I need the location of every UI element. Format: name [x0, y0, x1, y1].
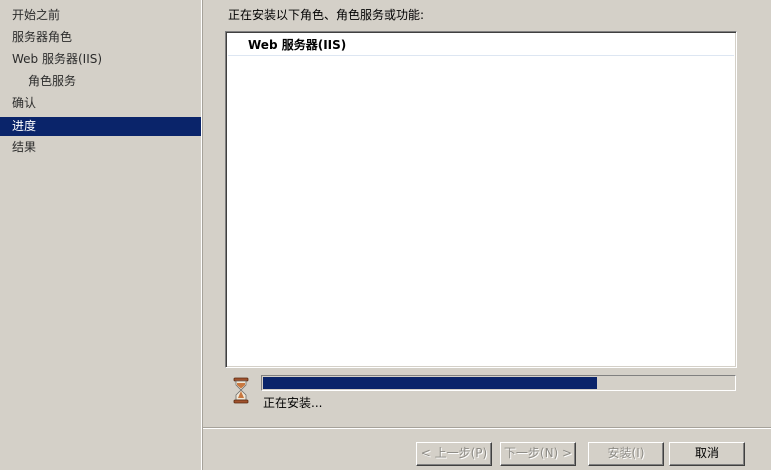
progress-bar: [261, 375, 736, 391]
nav-step-role-services[interactable]: 角色服务: [0, 72, 201, 91]
nav-step-server-roles[interactable]: 服务器角色: [0, 28, 201, 47]
wizard-step-nav: 开始之前 服务器角色 Web 服务器(IIS) 角色服务 确认 进度 结果: [0, 0, 201, 470]
page-heading: 正在安装以下角色、角色服务或功能:: [228, 8, 425, 22]
nav-step-web-server-iis[interactable]: Web 服务器(IIS): [0, 50, 201, 69]
install-button[interactable]: 安装(I): [588, 442, 664, 466]
install-list-box[interactable]: Web 服务器(IIS): [225, 31, 737, 368]
cancel-button[interactable]: 取消: [669, 442, 745, 466]
nav-step-progress[interactable]: 进度: [0, 117, 201, 136]
nav-step-before-you-begin[interactable]: 开始之前: [0, 6, 201, 25]
nav-step-confirmation[interactable]: 确认: [0, 94, 201, 113]
back-button[interactable]: < 上一步(P): [416, 442, 492, 466]
nav-step-results[interactable]: 结果: [0, 138, 201, 157]
progress-bar-fill: [263, 377, 597, 389]
bottom-separator: [203, 427, 771, 429]
list-item: Web 服务器(IIS): [228, 34, 734, 56]
status-text: 正在安装...: [263, 396, 323, 410]
nav-divider: [201, 0, 203, 470]
hourglass-icon: [233, 377, 249, 404]
next-button[interactable]: 下一步(N) >: [500, 442, 576, 466]
